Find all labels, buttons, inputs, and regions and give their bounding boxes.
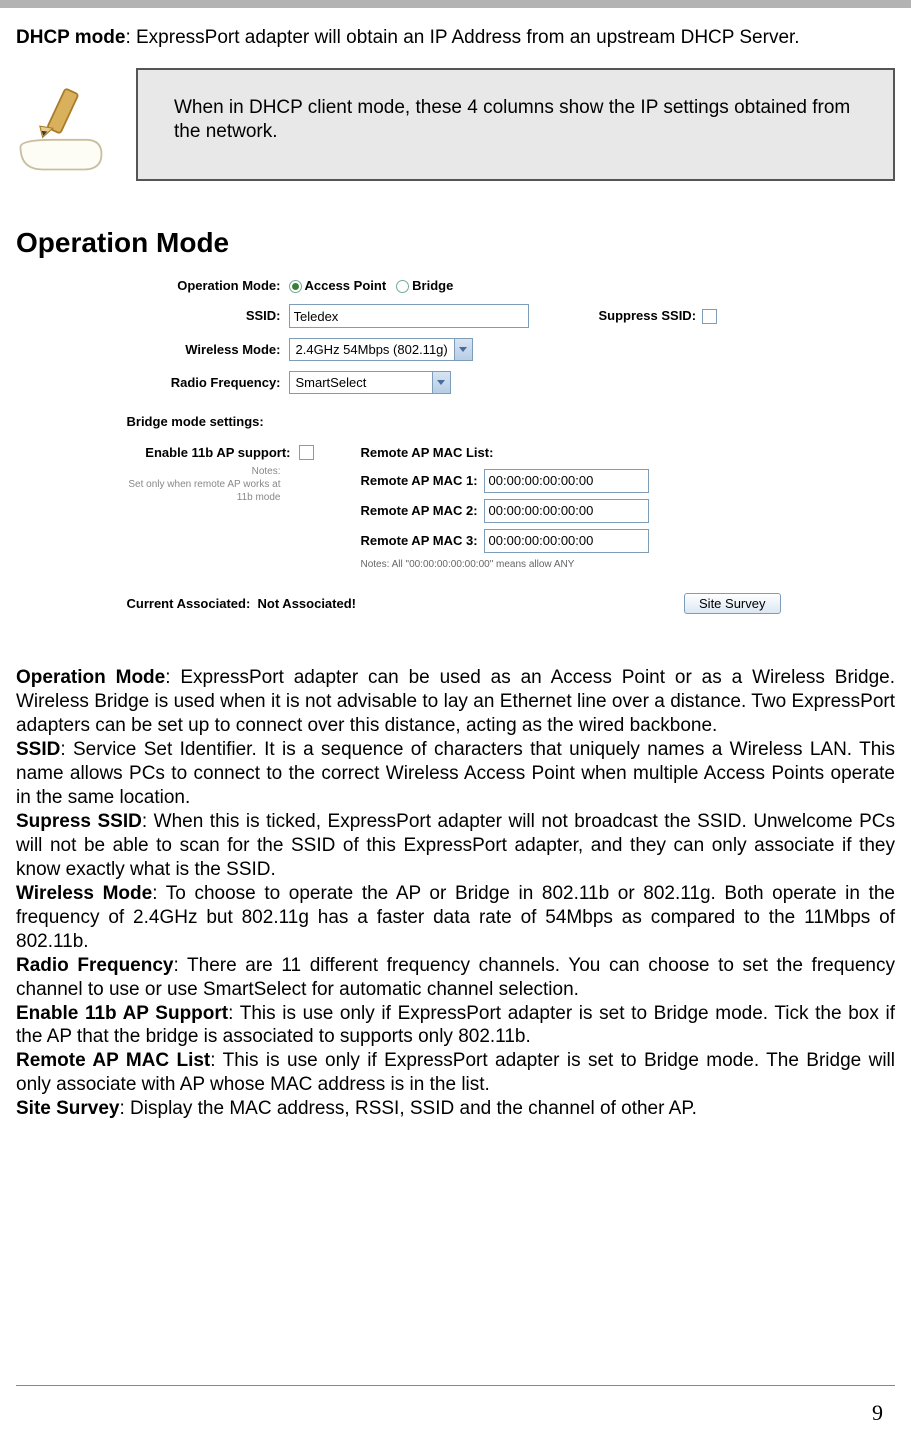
desc-sitesurvey-label: Site Survey: [16, 1098, 120, 1119]
desc-e11b-label: Enable 11b AP Support: [16, 1003, 228, 1024]
op-mode-label: Operation Mode:: [121, 278, 289, 294]
page-number: 9: [872, 1399, 883, 1427]
radio-on-icon: [289, 280, 302, 293]
desc-suppress-label: Supress SSID: [16, 811, 142, 832]
desc-suppress-text: : When this is ticked, ExpressPort adapt…: [16, 811, 895, 880]
mac1-input[interactable]: [484, 469, 649, 493]
radio-off-icon: [396, 280, 409, 293]
notes-text: Set only when remote AP works at 11b mod…: [121, 478, 281, 504]
wireless-mode-select[interactable]: 2.4GHz 54Mbps (802.11g): [289, 338, 473, 361]
mac3-input[interactable]: [484, 529, 649, 553]
mac-list-label: Remote AP MAC List:: [361, 445, 791, 461]
mac3-label: Remote AP MAC 3:: [361, 533, 478, 549]
callout-text: When in DHCP client mode, these 4 column…: [174, 97, 850, 143]
mac-note: Notes: All "00:00:00:00:00:00" means all…: [361, 559, 791, 572]
dhcp-mode-label: DHCP mode: [16, 27, 125, 48]
desc-wmode-label: Wireless Mode: [16, 883, 152, 904]
mac2-input[interactable]: [484, 499, 649, 523]
dhcp-mode-paragraph: DHCP mode: ExpressPort adapter will obta…: [16, 26, 895, 50]
config-screenshot: Operation Mode: Access Point Bridge SSID…: [121, 278, 791, 614]
suppress-ssid-checkbox[interactable]: [702, 309, 717, 324]
current-associated-value: Not Associated!: [258, 596, 356, 611]
enable-11b-checkbox[interactable]: [299, 445, 314, 460]
wireless-mode-label: Wireless Mode:: [121, 342, 289, 358]
radio-bridge[interactable]: Bridge: [396, 278, 453, 294]
radio-access-point[interactable]: Access Point: [289, 278, 387, 294]
site-survey-button[interactable]: Site Survey: [684, 593, 780, 614]
footer-rule: [16, 1385, 895, 1386]
radio-frequency-label: Radio Frequency:: [121, 375, 289, 391]
note-callout: When in DHCP client mode, these 4 column…: [136, 68, 895, 181]
pencil-note-icon: [16, 84, 106, 174]
desc-rf-label: Radio Frequency: [16, 955, 173, 976]
desc-ssid-label: SSID: [16, 739, 60, 760]
chevron-down-icon: [432, 372, 450, 393]
chevron-down-icon: [454, 339, 472, 360]
suppress-ssid-label: Suppress SSID:: [599, 308, 697, 324]
dhcp-mode-text: : ExpressPort adapter will obtain an IP …: [125, 27, 799, 48]
body-text: Operation Mode: ExpressPort adapter can …: [16, 666, 895, 1121]
desc-opmode-label: Operation Mode: [16, 667, 165, 688]
bridge-settings-heading: Bridge mode settings:: [127, 414, 791, 430]
section-heading-operation-mode: Operation Mode: [16, 225, 895, 260]
radio-frequency-select[interactable]: SmartSelect: [289, 371, 451, 394]
note-icon: [16, 68, 136, 174]
ssid-label: SSID:: [121, 308, 289, 324]
mac1-label: Remote AP MAC 1:: [361, 473, 478, 489]
current-associated-label: Current Associated:: [127, 596, 251, 611]
desc-maclist-label: Remote AP MAC List: [16, 1050, 210, 1071]
header-band: [0, 0, 911, 8]
mac2-label: Remote AP MAC 2:: [361, 503, 478, 519]
desc-ssid-text: : Service Set Identifier. It is a sequen…: [16, 739, 895, 808]
desc-sitesurvey-text: : Display the MAC address, RSSI, SSID an…: [120, 1098, 697, 1119]
enable-11b-label: Enable 11b AP support:: [121, 445, 299, 461]
ssid-input[interactable]: [289, 304, 529, 328]
notes-label: Notes:: [121, 465, 281, 478]
